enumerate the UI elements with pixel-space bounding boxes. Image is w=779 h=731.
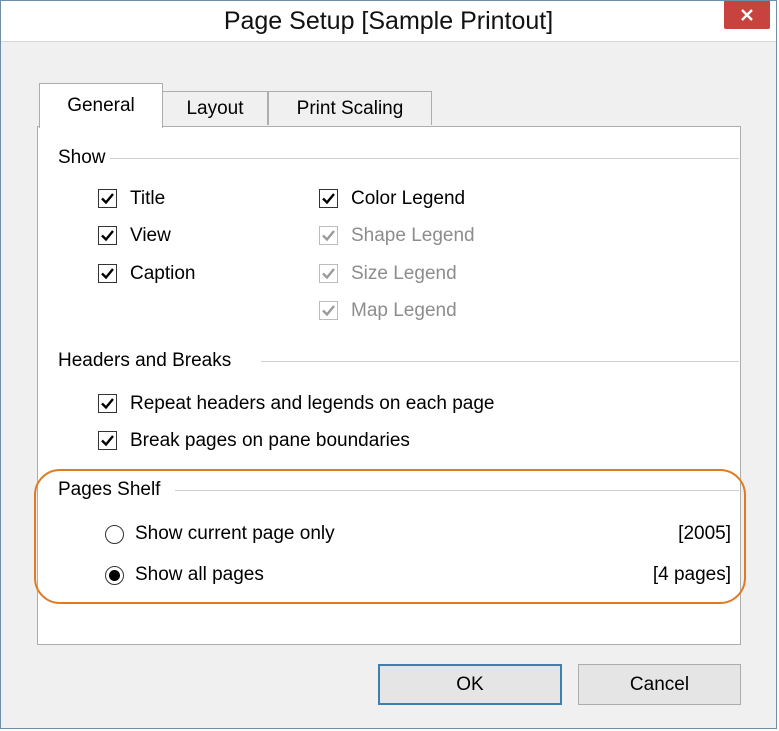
shape-legend-checkbox [319,226,338,245]
checkmark-icon [322,193,335,205]
tab-layout[interactable]: Layout [162,91,268,125]
ok-button[interactable]: OK [378,664,562,705]
close-button[interactable] [724,1,770,29]
map-legend-checkbox [319,301,338,320]
pages-shelf-divider [175,490,739,491]
caption-checkbox-label: Caption [130,263,196,284]
break-pages-label: Break pages on pane boundaries [130,430,410,451]
cancel-button[interactable]: Cancel [578,664,741,705]
color-legend-label: Color Legend [351,188,466,209]
title-bar: Page Setup [Sample Printout] [1,1,776,42]
checkmark-icon [322,230,335,242]
title-checkbox[interactable] [98,189,117,208]
show-group-divider [101,158,739,159]
page-setup-dialog: Page Setup [Sample Printout] General Lay… [0,0,777,729]
shape-legend-label: Shape Legend [351,225,475,246]
headers-group-label: Headers and Breaks [58,350,236,372]
size-legend-checkbox [319,264,338,283]
color-legend-checkbox[interactable] [319,189,338,208]
radio-selected-dot [109,570,120,581]
checkmark-icon [101,435,114,447]
tab-general[interactable]: General [39,83,163,128]
pages-shelf-label: Pages Shelf [58,479,165,501]
break-pages-checkbox[interactable] [98,431,117,450]
repeat-headers-checkbox[interactable] [98,394,117,413]
checkmark-icon [101,230,114,242]
dialog-title: Page Setup [Sample Printout] [223,7,554,35]
close-icon [741,9,753,21]
title-checkbox-label: Title [130,188,166,209]
show-current-page-radio[interactable] [105,525,124,544]
checkmark-icon [322,268,335,280]
view-checkbox[interactable] [98,226,117,245]
tab-print-scaling[interactable]: Print Scaling [268,91,432,125]
caption-checkbox[interactable] [98,264,117,283]
size-legend-label: Size Legend [351,263,457,284]
show-current-page-label: Show current page only [135,523,335,544]
show-group-label: Show [58,147,110,169]
all-pages-value: [4 pages] [652,564,731,585]
view-checkbox-label: View [130,225,171,246]
checkmark-icon [101,193,114,205]
current-page-value: [2005] [678,523,731,544]
checkmark-icon [101,268,114,280]
show-all-pages-radio[interactable] [105,566,124,585]
show-all-pages-label: Show all pages [135,564,264,585]
map-legend-label: Map Legend [351,300,457,321]
headers-group-divider [261,361,739,362]
checkmark-icon [322,305,335,317]
checkmark-icon [101,398,114,410]
repeat-headers-label: Repeat headers and legends on each page [130,393,495,414]
